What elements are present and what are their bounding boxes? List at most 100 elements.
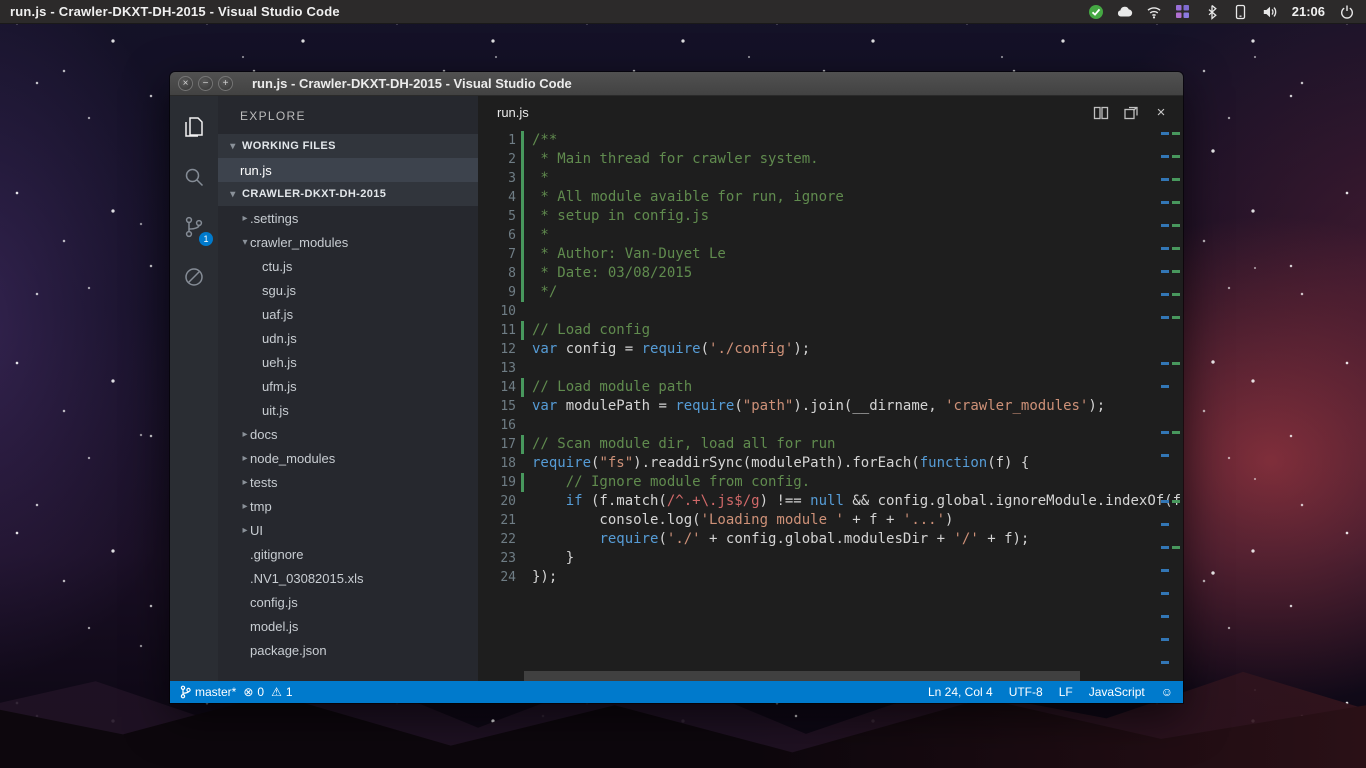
window-titlebar[interactable]: × − + run.js - Crawler-DKXT-DH-2015 - Vi… [170, 72, 1183, 96]
chevron-down-icon: ▾ [240, 237, 250, 248]
device-icon[interactable] [1232, 3, 1250, 21]
warning-indicator[interactable]: ⚠ 1 [271, 685, 292, 699]
tree-item-package-json[interactable]: package.json [218, 638, 478, 662]
language-mode[interactable]: JavaScript [1089, 685, 1145, 699]
eol[interactable]: LF [1059, 685, 1073, 699]
clock[interactable]: 21:06 [1290, 4, 1327, 19]
code-line-5[interactable]: 5 * setup in config.js [478, 207, 1183, 226]
working-files-label: WORKING FILES [242, 140, 336, 152]
code-line-10[interactable]: 10 [478, 302, 1183, 321]
vscode-window: × − + run.js - Crawler-DKXT-DH-2015 - Vi… [170, 72, 1183, 703]
ruler-mark [1172, 224, 1180, 227]
working-file-run-js[interactable]: run.js [218, 158, 478, 182]
open-preview-icon[interactable] [1121, 103, 1141, 123]
cursor-position[interactable]: Ln 24, Col 4 [928, 685, 993, 699]
overview-ruler [1157, 129, 1183, 681]
code-line-1[interactable]: 1/** [478, 131, 1183, 150]
line-number: 9 [478, 283, 516, 302]
code-line-20[interactable]: 20 if (f.match(/^.+\.js$/g) !== null && … [478, 492, 1183, 511]
encoding[interactable]: UTF-8 [1009, 685, 1043, 699]
error-indicator[interactable]: ⊗ 0 [243, 685, 264, 699]
code-line-15[interactable]: 15var modulePath = require("path").join(… [478, 397, 1183, 416]
code-line-11[interactable]: 11 // Load config [478, 321, 1183, 340]
tree-item-node-modules[interactable]: ▸node_modules [218, 446, 478, 470]
line-text: }); [524, 568, 557, 587]
volume-icon[interactable] [1261, 3, 1279, 21]
tree-item-uaf-js[interactable]: uaf.js [218, 302, 478, 326]
ruler-mark [1161, 661, 1169, 664]
code-line-6[interactable]: 6 * [478, 226, 1183, 245]
code-line-21[interactable]: 21 console.log('Loading module ' + f + '… [478, 511, 1183, 530]
tree-item-model-js[interactable]: model.js [218, 614, 478, 638]
tree-item-docs[interactable]: ▸docs [218, 422, 478, 446]
code-line-3[interactable]: 3 * [478, 169, 1183, 188]
activity-explorer-button[interactable] [170, 102, 218, 152]
code-line-16[interactable]: 16 [478, 416, 1183, 435]
tree-item-ufm-js[interactable]: ufm.js [218, 374, 478, 398]
code-line-13[interactable]: 13 [478, 359, 1183, 378]
power-icon[interactable] [1338, 3, 1356, 21]
code-line-18[interactable]: 18require("fs").readdirSync(modulePath).… [478, 454, 1183, 473]
code-line-2[interactable]: 2 * Main thread for crawler system. [478, 150, 1183, 169]
ruler-mark [1161, 178, 1169, 181]
tree-item-crawler-modules[interactable]: ▾crawler_modules [218, 230, 478, 254]
window-close-button[interactable]: × [178, 76, 193, 91]
line-text: // Scan module dir, load all for run [524, 435, 835, 454]
window-minimize-button[interactable]: − [198, 76, 213, 91]
tree-item-udn-js[interactable]: udn.js [218, 326, 478, 350]
line-number: 22 [478, 530, 516, 549]
tab-run-js[interactable]: run.js [478, 105, 529, 120]
cloud-icon[interactable] [1116, 3, 1134, 21]
sync-ok-icon[interactable] [1087, 3, 1105, 21]
code-line-8[interactable]: 8 * Date: 03/08/2015 [478, 264, 1183, 283]
code-line-17[interactable]: 17// Scan module dir, load all for run [478, 435, 1183, 454]
git-branch-indicator[interactable]: master* [180, 685, 236, 699]
line-text: // Load config [524, 321, 650, 340]
tree-item-gitignore[interactable]: .gitignore [218, 542, 478, 566]
ruler-mark [1161, 615, 1169, 618]
horizontal-scrollbar[interactable] [524, 671, 1080, 681]
bluetooth-icon[interactable] [1203, 3, 1221, 21]
activity-debug-button[interactable] [170, 252, 218, 302]
line-number: 11 [478, 321, 516, 340]
code-area[interactable]: 1/**2 * Main thread for crawler system.3… [478, 129, 1183, 681]
code-line-9[interactable]: 9 */ [478, 283, 1183, 302]
ruler-mark [1161, 132, 1169, 135]
chevron-right-icon: ▸ [240, 429, 250, 440]
feedback-smiley-icon[interactable]: ☺ [1161, 685, 1173, 699]
code-line-7[interactable]: 7 * Author: Van-Duyet Le [478, 245, 1183, 264]
tree-item-ctu-js[interactable]: ctu.js [218, 254, 478, 278]
project-header[interactable]: ▾ CRAWLER-DKXT-DH-2015 [218, 182, 478, 206]
close-editor-icon[interactable]: × [1151, 103, 1171, 123]
tree-item-tests[interactable]: ▸tests [218, 470, 478, 494]
line-text: /** [524, 131, 557, 150]
tree-item-settings[interactable]: ▸.settings [218, 206, 478, 230]
ruler-mark [1161, 592, 1169, 595]
tree-item-sgu-js[interactable]: sgu.js [218, 278, 478, 302]
activity-search-button[interactable] [170, 152, 218, 202]
tree-item-ueh-js[interactable]: ueh.js [218, 350, 478, 374]
git-badge: 1 [199, 232, 213, 246]
code-line-14[interactable]: 14// Load module path [478, 378, 1183, 397]
wifi-icon[interactable] [1145, 3, 1163, 21]
ruler-mark [1172, 270, 1180, 273]
branch-name: master* [195, 685, 236, 699]
code-line-23[interactable]: 23 } [478, 549, 1183, 568]
activity-git-button[interactable]: 1 [170, 202, 218, 252]
split-editor-icon[interactable] [1091, 103, 1111, 123]
tree-item-nv1-03082015-xls[interactable]: .NV1_03082015.xls [218, 566, 478, 590]
code-line-19[interactable]: 19 // Ignore module from config. [478, 473, 1183, 492]
tree-item-config-js[interactable]: config.js [218, 590, 478, 614]
code-line-22[interactable]: 22 require('./' + config.global.modulesD… [478, 530, 1183, 549]
tree-item-uit-js[interactable]: uit.js [218, 398, 478, 422]
code-line-12[interactable]: 12var config = require('./config'); [478, 340, 1183, 359]
tree-item-ui[interactable]: ▸UI [218, 518, 478, 542]
window-maximize-button[interactable]: + [218, 76, 233, 91]
code-line-4[interactable]: 4 * All module avaible for run, ignore [478, 188, 1183, 207]
code-line-24[interactable]: 24}); [478, 568, 1183, 587]
app-grid-icon[interactable] [1174, 3, 1192, 21]
line-text: * Date: 03/08/2015 [524, 264, 692, 283]
tree-item-tmp[interactable]: ▸tmp [218, 494, 478, 518]
working-files-header[interactable]: ▾ WORKING FILES [218, 134, 478, 158]
chevron-right-icon: ▸ [240, 477, 250, 488]
